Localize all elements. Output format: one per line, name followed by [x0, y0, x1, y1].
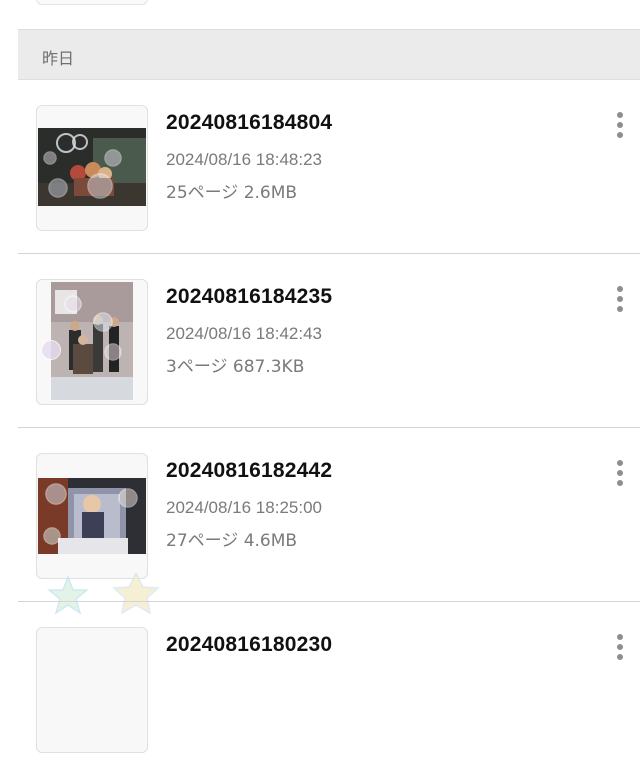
- document-thumbnail[interactable]: [36, 627, 148, 753]
- list-item[interactable]: 20240816180230: [0, 602, 640, 776]
- bubble-decoration: [41, 340, 61, 360]
- document-thumbnail[interactable]: [36, 105, 148, 231]
- item-title: 20240816184804: [166, 111, 333, 134]
- thumbnail-image: [38, 478, 146, 554]
- previous-item-thumbnail[interactable]: [36, 0, 148, 5]
- item-meta: 3ページ 687.3KB: [166, 357, 305, 377]
- thumbnail-image: [51, 282, 133, 400]
- list-item[interactable]: 20240816184804 2024/08/16 18:48:23 25ページ…: [0, 80, 640, 254]
- item-datetime: 2024/08/16 18:48:23: [166, 150, 322, 169]
- more-vertical-icon[interactable]: [612, 633, 628, 661]
- document-thumbnail[interactable]: [36, 453, 148, 579]
- section-header-yesterday: 昨日: [18, 29, 640, 80]
- document-thumbnail[interactable]: [36, 279, 148, 405]
- more-vertical-icon[interactable]: [612, 111, 628, 139]
- item-title: 20240816180230: [166, 633, 333, 656]
- list-item[interactable]: 20240816184235 2024/08/16 18:42:43 3ページ …: [0, 254, 640, 428]
- thumbnail-image: [38, 128, 146, 206]
- section-header-label: 昨日: [42, 49, 75, 68]
- item-title: 20240816184235: [166, 285, 333, 308]
- item-datetime: 2024/08/16 18:42:43: [166, 324, 322, 343]
- item-meta: 25ページ 2.6MB: [166, 183, 298, 203]
- list-item[interactable]: 20240816182442 2024/08/16 18:25:00 27ページ…: [0, 428, 640, 615]
- item-meta: 27ページ 4.6MB: [166, 531, 298, 551]
- item-title: 20240816182442: [166, 459, 333, 482]
- item-datetime: 2024/08/16 18:25:00: [166, 498, 322, 517]
- more-vertical-icon[interactable]: [612, 459, 628, 487]
- more-vertical-icon[interactable]: [612, 285, 628, 313]
